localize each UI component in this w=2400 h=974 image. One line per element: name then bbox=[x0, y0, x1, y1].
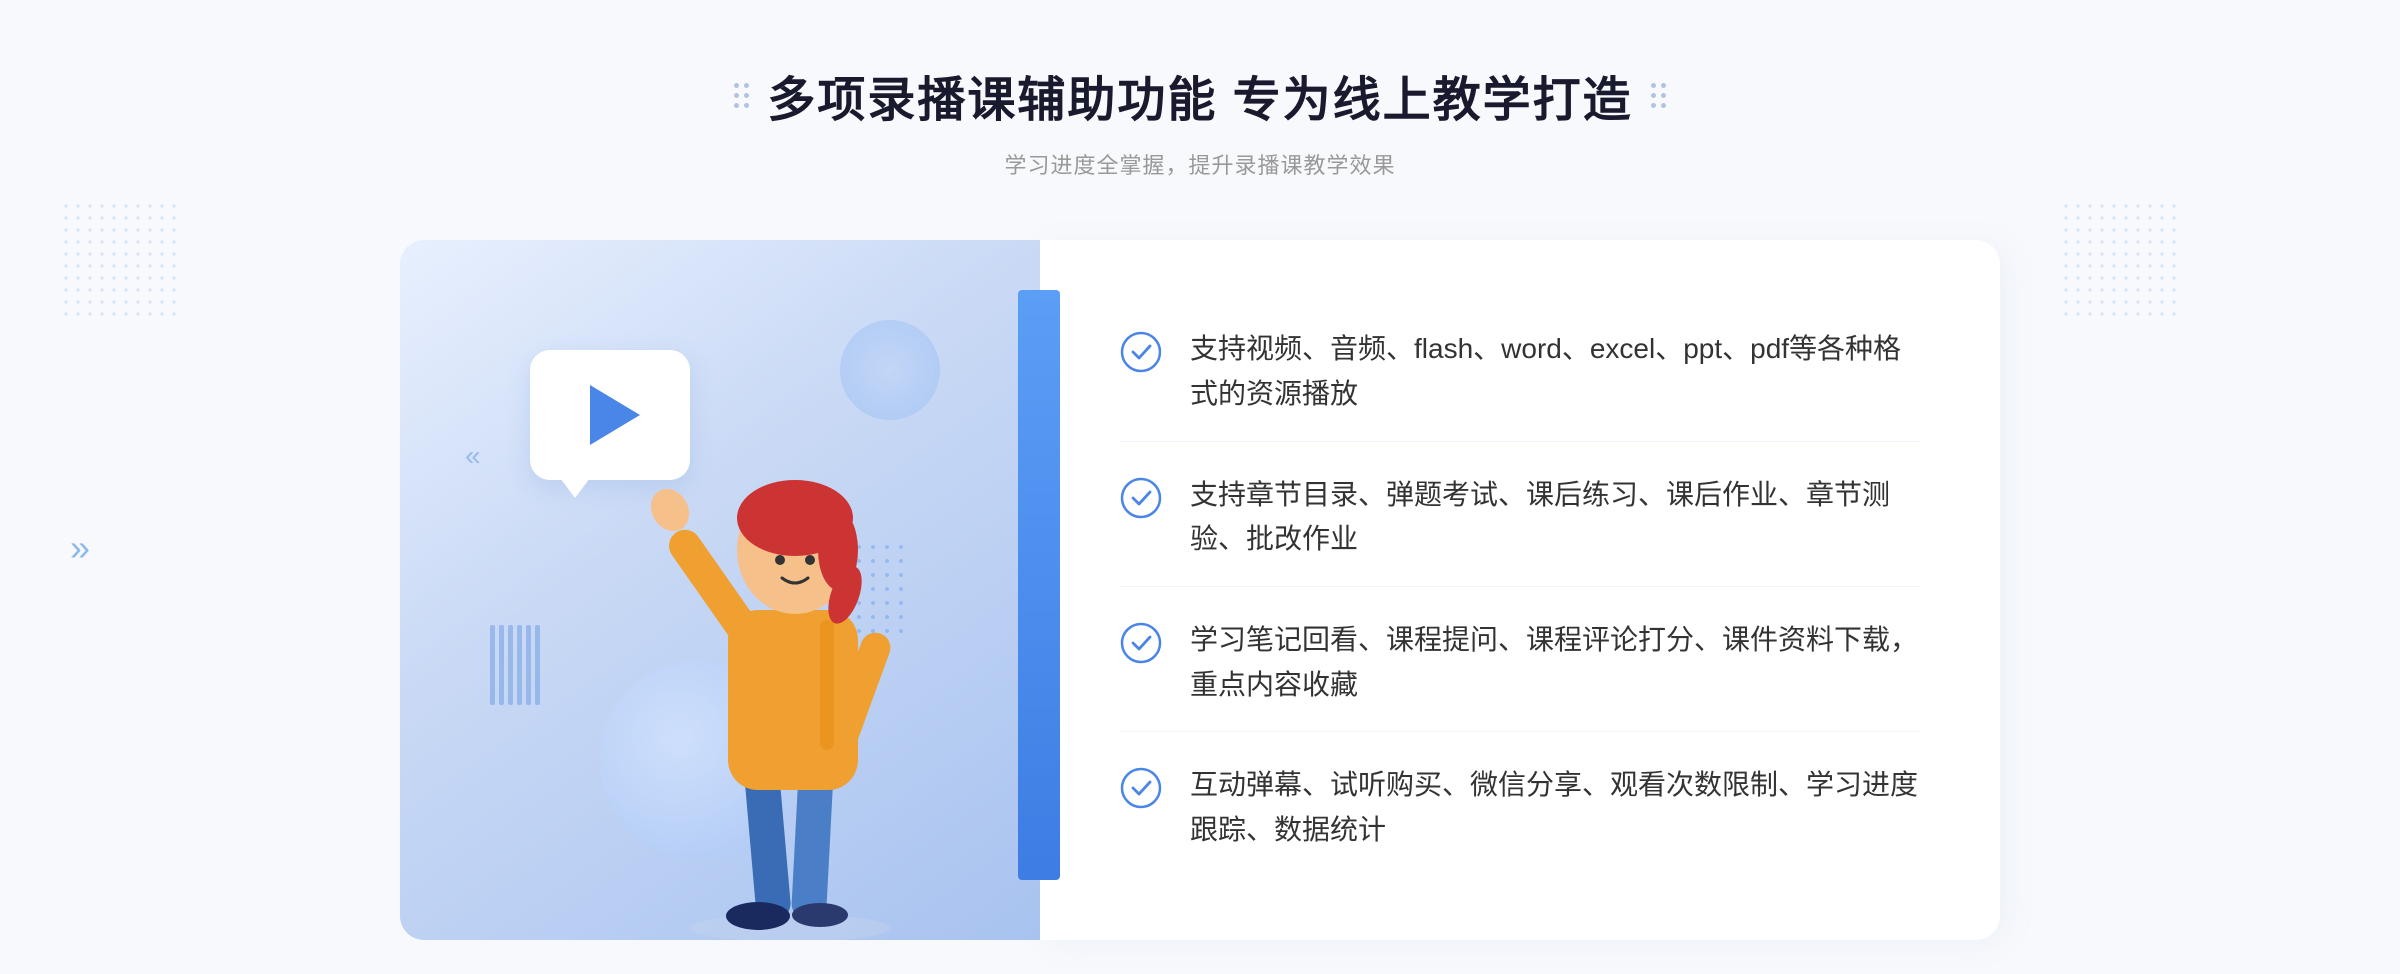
check-icon-2 bbox=[1120, 477, 1162, 519]
title-decorator-right bbox=[1651, 83, 1666, 108]
stripe-decoration bbox=[490, 625, 560, 710]
feature-item-3: 学习笔记回看、课程提问、课程评论打分、课件资料下载，重点内容收藏 bbox=[1120, 594, 1920, 733]
blue-bar bbox=[1018, 290, 1060, 880]
content-area: « bbox=[400, 240, 2000, 940]
main-title: 多项录播课辅助功能 专为线上教学打造 bbox=[767, 60, 1632, 130]
arrow-deco-illustration: « bbox=[465, 440, 481, 472]
feature-text-4: 互动弹幕、试听购买、微信分享、观看次数限制、学习进度跟踪、数据统计 bbox=[1190, 763, 1920, 853]
title-decorator-left bbox=[734, 83, 749, 108]
page-wrapper: » 多项录播课辅助功能 专为线上教学打造 学习进度全掌握，提升录播课教学效果 bbox=[0, 0, 2400, 974]
feature-text-1: 支持视频、音频、flash、word、excel、ppt、pdf等各种格式的资源… bbox=[1190, 327, 1920, 417]
check-icon-1 bbox=[1120, 331, 1162, 373]
feature-text-3: 学习笔记回看、课程提问、课程评论打分、课件资料下载，重点内容收藏 bbox=[1190, 618, 1920, 708]
dots-decoration-left bbox=[60, 200, 180, 320]
dots-decoration-right bbox=[2060, 200, 2180, 320]
check-icon-3 bbox=[1120, 622, 1162, 664]
person-illustration bbox=[620, 340, 960, 940]
arrow-decoration-left: » bbox=[70, 530, 90, 566]
feature-item-2: 支持章节目录、弹题考试、课后练习、课后作业、章节测验、批改作业 bbox=[1120, 449, 1920, 588]
subtitle: 学习进度全掌握，提升录播课教学效果 bbox=[734, 148, 1665, 180]
feature-item-4: 互动弹幕、试听购买、微信分享、观看次数限制、学习进度跟踪、数据统计 bbox=[1120, 739, 1920, 877]
feature-text-2: 支持章节目录、弹题考试、课后练习、课后作业、章节测验、批改作业 bbox=[1190, 473, 1920, 563]
illustration-panel: « bbox=[400, 240, 1040, 940]
features-panel: 支持视频、音频、flash、word、excel、ppt、pdf等各种格式的资源… bbox=[1040, 240, 2000, 940]
feature-item-1: 支持视频、音频、flash、word、excel、ppt、pdf等各种格式的资源… bbox=[1120, 303, 1920, 442]
title-row: 多项录播课辅助功能 专为线上教学打造 bbox=[734, 60, 1665, 130]
page-header: 多项录播课辅助功能 专为线上教学打造 学习进度全掌握，提升录播课教学效果 bbox=[734, 60, 1665, 180]
check-icon-4 bbox=[1120, 767, 1162, 809]
